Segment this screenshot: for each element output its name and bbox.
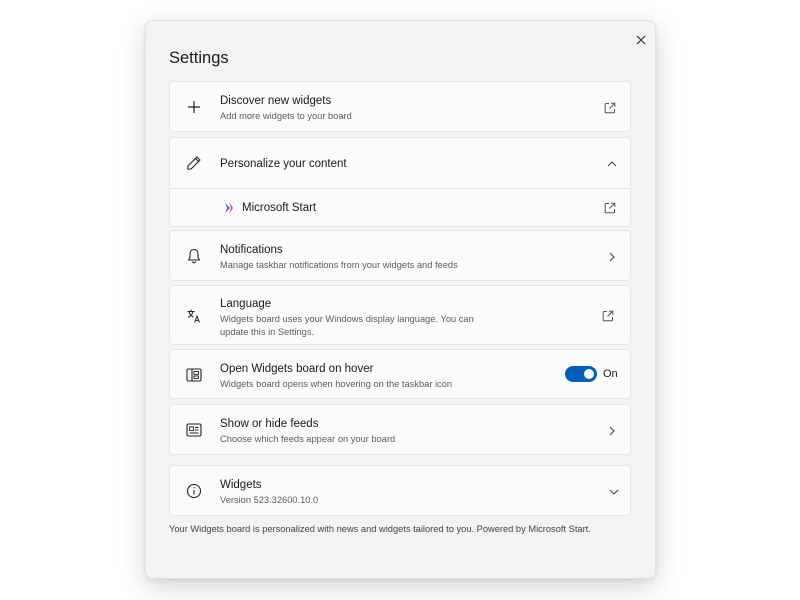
chevron-down-icon [606, 484, 622, 500]
notifications-title: Notifications [220, 244, 283, 256]
info-icon [184, 481, 204, 501]
language-description: Widgets board uses your Windows display … [220, 313, 474, 339]
personalize-content-title: Personalize your content [220, 158, 347, 170]
widgets-version: Version 523.32600.10.0 [220, 495, 319, 505]
notifications-row[interactable]: Notifications Manage taskbar notificatio… [169, 230, 631, 281]
widgets-board-icon [184, 365, 204, 385]
language-icon [184, 306, 204, 326]
chevron-right-icon [604, 249, 620, 265]
open-external-icon [602, 200, 618, 216]
close-button[interactable] [633, 32, 649, 48]
footer-note: Your Widgets board is personalized with … [169, 524, 591, 534]
show-hide-feeds-row[interactable]: Show or hide feeds Choose which feeds ap… [169, 404, 631, 455]
discover-widgets-row[interactable]: Discover new widgets Add more widgets to… [169, 81, 631, 132]
toggle-state-label: On [603, 368, 618, 380]
pencil-icon [184, 153, 204, 173]
language-description-line2: update this in Settings. [220, 327, 315, 337]
chevron-up-icon [604, 156, 620, 172]
microsoft-start-icon [218, 198, 238, 218]
open-on-hover-toggle[interactable] [565, 366, 597, 382]
toggle-knob [584, 369, 594, 379]
open-external-icon [602, 100, 618, 116]
language-row[interactable]: Language Widgets board uses your Windows… [169, 285, 631, 345]
plus-icon [184, 97, 204, 117]
language-title: Language [220, 298, 272, 310]
feed-icon [184, 420, 204, 440]
show-hide-feeds-description: Choose which feeds appear on your board [220, 434, 396, 444]
microsoft-start-row[interactable]: Microsoft Start [169, 189, 631, 227]
show-hide-feeds-title: Show or hide feeds [220, 418, 319, 430]
notifications-description: Manage taskbar notifications from your w… [220, 260, 458, 270]
discover-widgets-description: Add more widgets to your board [220, 111, 352, 121]
widgets-about-title: Widgets [220, 479, 262, 491]
bell-icon [184, 246, 204, 266]
settings-dialog: Settings Discover new widgets Add more w… [145, 20, 656, 579]
open-on-hover-row: Open Widgets board on hover Widgets boar… [169, 349, 631, 399]
widgets-about-row[interactable]: Widgets Version 523.32600.10.0 [169, 465, 631, 516]
personalize-content-row[interactable]: Personalize your content [169, 137, 631, 189]
open-on-hover-description: Widgets board opens when hovering on the… [220, 379, 453, 389]
chevron-right-icon [604, 423, 620, 439]
microsoft-start-title: Microsoft Start [242, 202, 317, 214]
open-external-icon [600, 308, 616, 324]
open-on-hover-title: Open Widgets board on hover [220, 363, 374, 375]
close-icon [636, 35, 646, 45]
language-description-line1: Widgets board uses your Windows display … [220, 314, 474, 324]
discover-widgets-title: Discover new widgets [220, 95, 332, 107]
dialog-title: Settings [169, 49, 229, 67]
